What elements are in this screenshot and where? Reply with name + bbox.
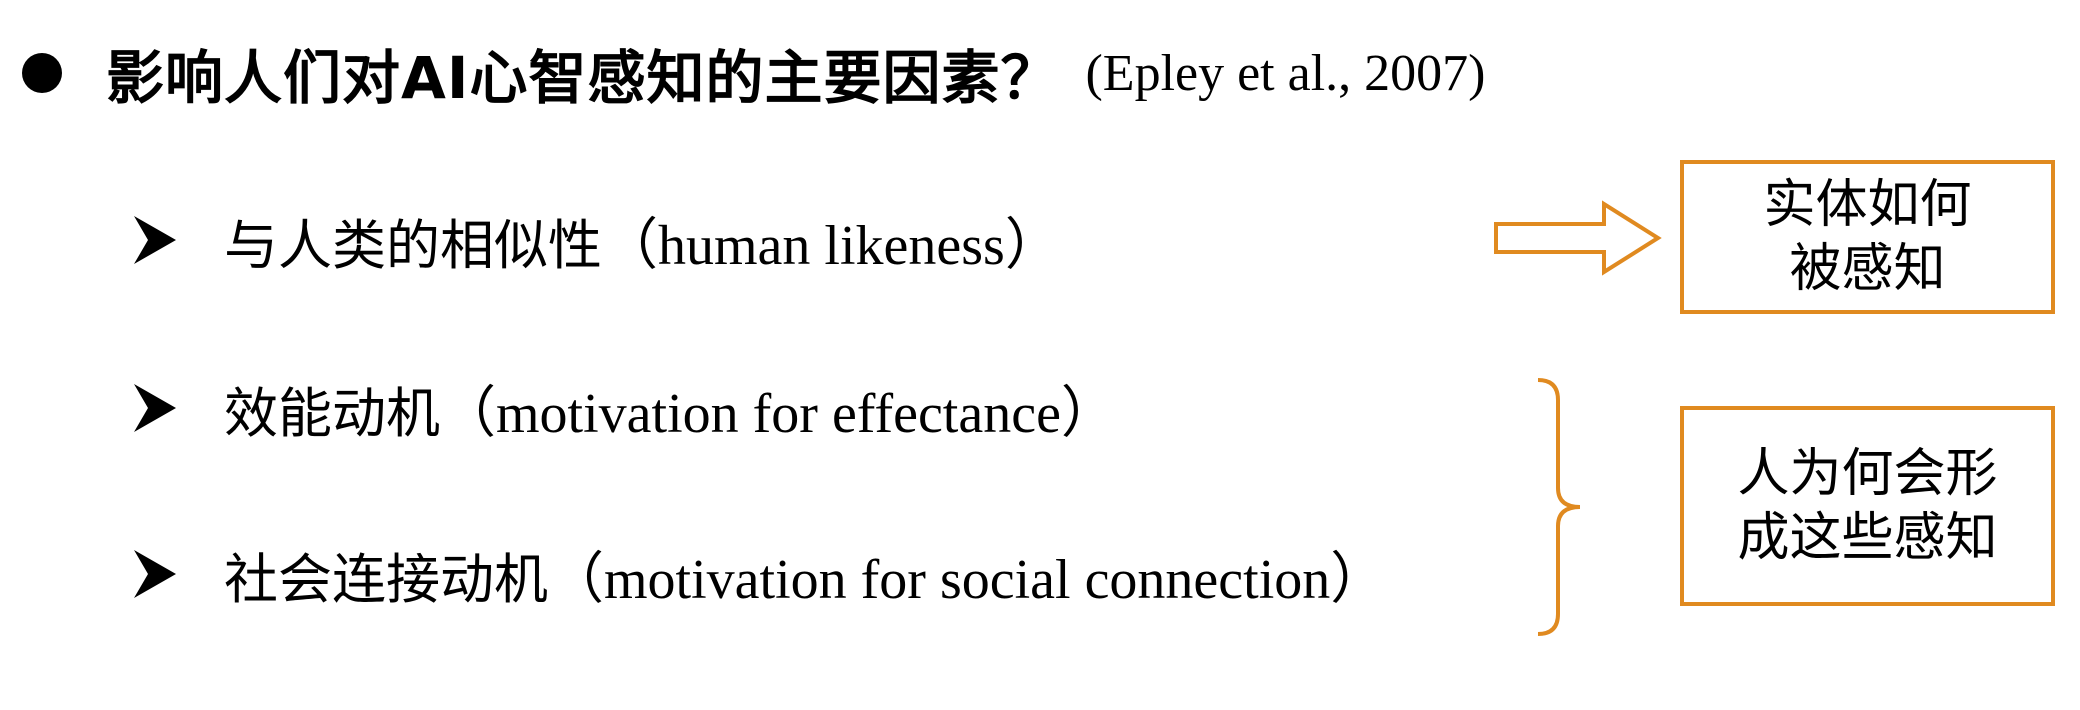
- motivation-box: 人为何会形 成这些感知: [1680, 406, 2055, 606]
- bullet-item-effectance: 效能动机（motivation for effectance）: [134, 368, 1117, 448]
- box-line: 人为何会形: [1737, 444, 1998, 504]
- arrowhead-bullet-icon: [134, 216, 176, 264]
- box-line: 被感知: [1789, 239, 1946, 299]
- box-line: 成这些感知: [1737, 508, 1998, 568]
- right-curly-brace-icon: [1537, 378, 1581, 636]
- bullet-label-zh: 与人类的相似性: [224, 213, 602, 277]
- bullet-label-en: （motivation for social connection）: [548, 548, 1387, 611]
- bullet-label-zh: 社会连接动机: [224, 547, 548, 611]
- bullet-label-en: （motivation for effectance）: [440, 382, 1117, 445]
- box-line: 实体如何: [1763, 175, 1972, 235]
- perception-box: 实体如何 被感知: [1680, 160, 2055, 314]
- disc-bullet-icon: [22, 53, 62, 93]
- bullet-item-human-likeness: 与人类的相似性（human likeness）: [134, 200, 1061, 280]
- slide-title: 影响人们对AI心智感知的主要因素？: [106, 44, 1060, 112]
- bullet-item-social-connection: 社会连接动机（motivation for social connection）: [134, 534, 1386, 614]
- bullet-label-zh: 效能动机: [224, 381, 440, 445]
- bullet-label-en: （human likeness）: [602, 214, 1061, 277]
- arrowhead-bullet-icon: [134, 550, 176, 598]
- arrowhead-bullet-icon: [134, 384, 176, 432]
- slide-title-row: 影响人们对AI心智感知的主要因素？ (Epley et al., 2007): [22, 28, 1485, 118]
- hollow-right-arrow-icon: [1494, 200, 1662, 276]
- title-citation: (Epley et al., 2007): [1085, 44, 1486, 102]
